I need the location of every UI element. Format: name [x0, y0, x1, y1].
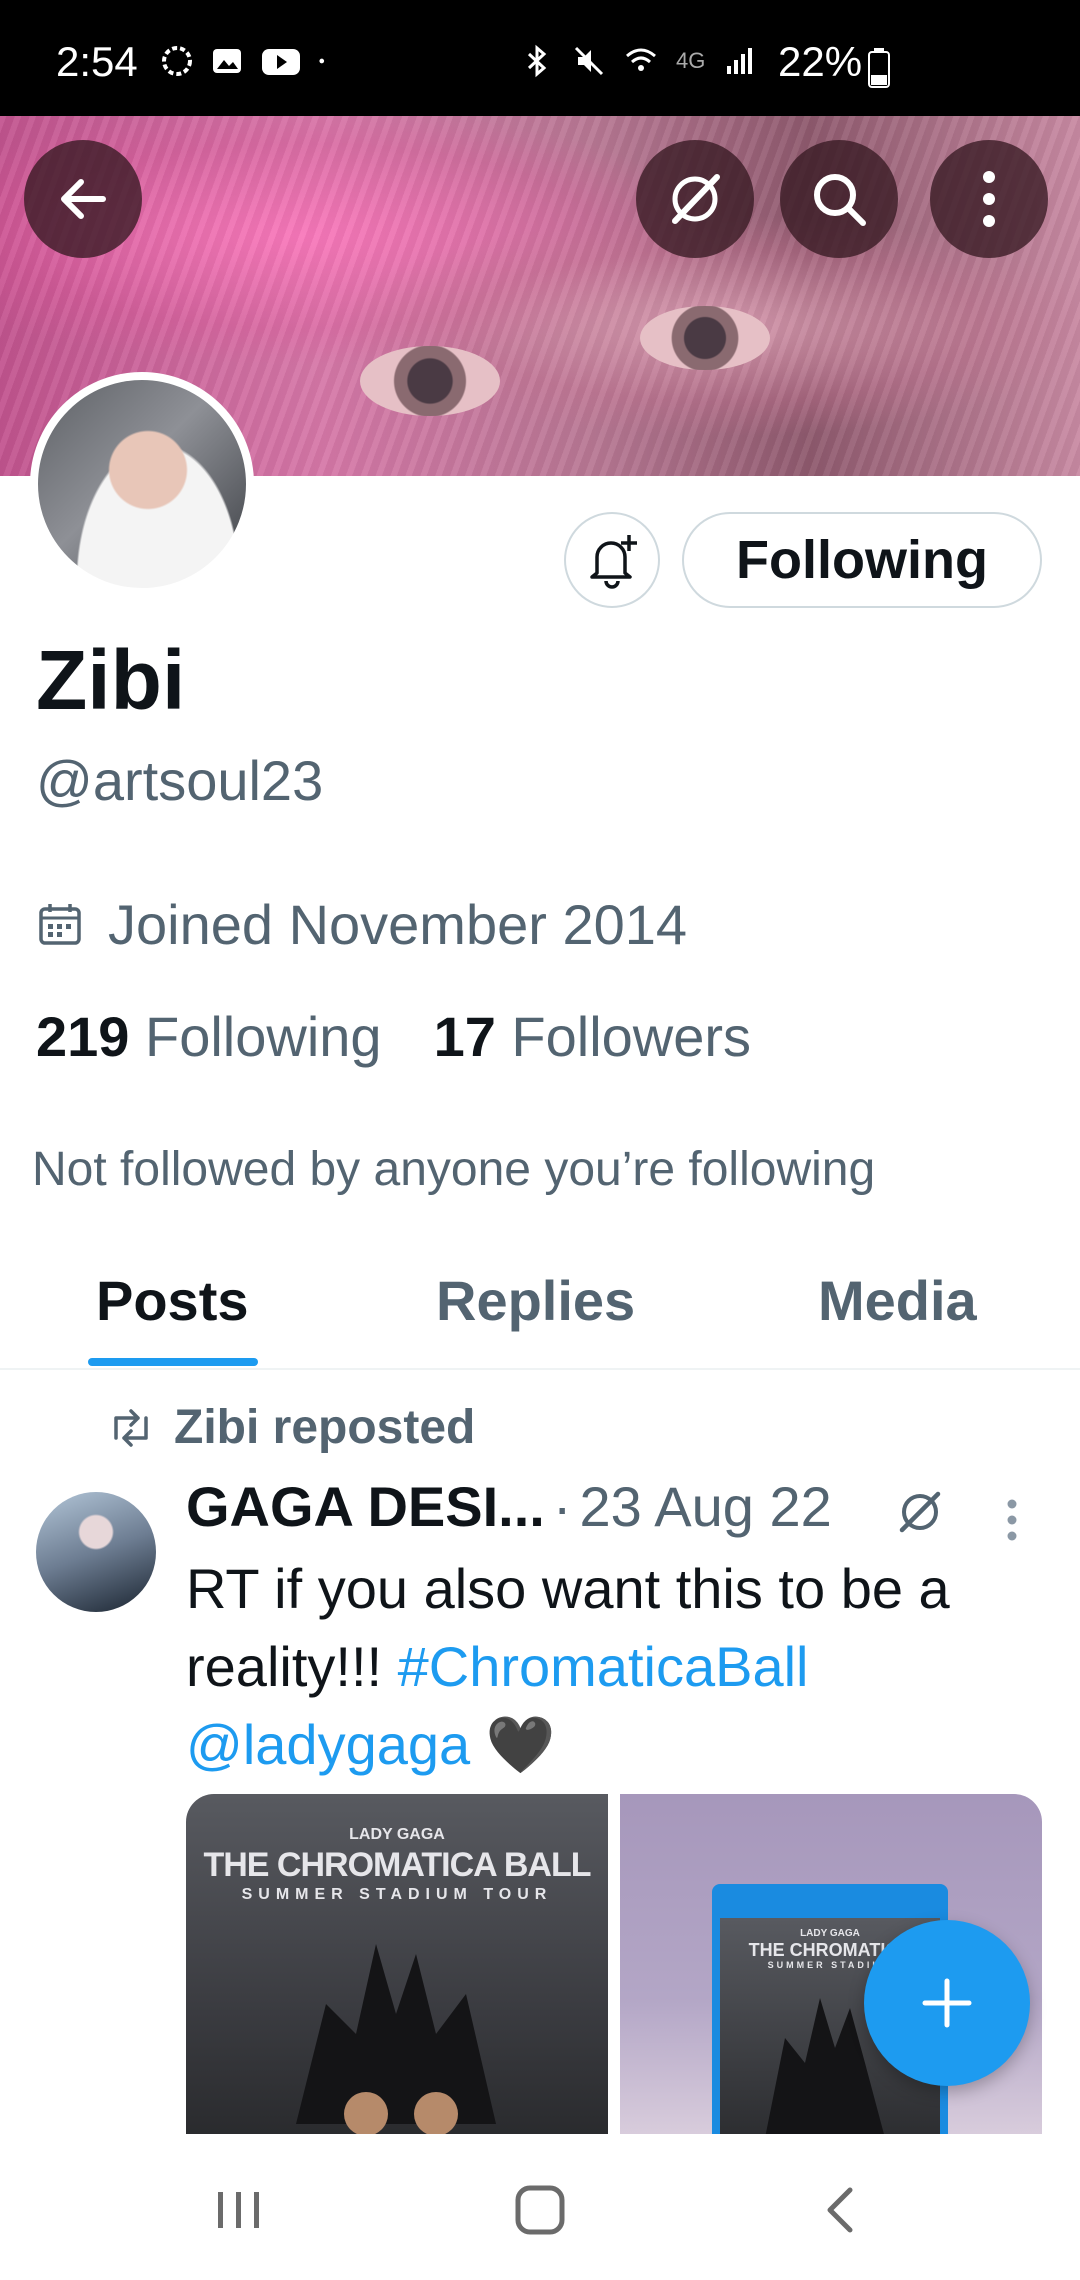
grok-icon[interactable]: [892, 1484, 948, 1540]
poster-artwork: [296, 1944, 496, 2134]
youtube-icon: [262, 49, 300, 75]
repost-indicator[interactable]: Zibi reposted: [108, 1400, 475, 1455]
following-button[interactable]: Following: [682, 512, 1042, 608]
post-header: GAGA DESI... · 23 Aug 22: [186, 1474, 832, 1539]
signal-app-icon: [162, 46, 192, 76]
battery-icon: [868, 48, 890, 88]
post-author-avatar[interactable]: [36, 1492, 156, 1612]
notifications-button[interactable]: [564, 512, 660, 608]
joined-date-row: Joined November 2014: [36, 892, 687, 957]
following-count: 219: [36, 1005, 130, 1068]
compose-button[interactable]: [864, 1920, 1030, 2086]
status-time: 2:54: [56, 38, 138, 85]
dot-icon: [319, 58, 325, 64]
gallery-icon: [213, 49, 241, 73]
post-author-name[interactable]: GAGA DESI...: [186, 1474, 545, 1539]
system-icons: 4G: [520, 44, 757, 78]
poster-artist: LADY GAGA: [349, 1826, 445, 1843]
repost-icon: [114, 1408, 148, 1447]
cell-signal-icon: [727, 48, 753, 74]
not-followed-notice: Not followed by anyone you’re following: [32, 1143, 876, 1196]
follow-stats: 219 Following 17 Followers: [36, 1004, 751, 1069]
hashtag-link[interactable]: #ChromaticaBall: [398, 1635, 809, 1698]
status-bar: 2:54 4G 22%: [0, 0, 1080, 116]
followers-stat[interactable]: 17 Followers: [434, 1004, 751, 1069]
tab-posts[interactable]: Posts: [96, 1268, 249, 1333]
search-icon: [814, 174, 866, 226]
plus-icon: [922, 1978, 972, 2028]
following-label: Following: [145, 1005, 382, 1068]
bell-plus-icon: [590, 535, 637, 589]
back-nav-icon[interactable]: [820, 2186, 860, 2234]
post-text: RT if you also want this to be a reality…: [186, 1550, 1046, 1784]
more-vertical-icon: [983, 171, 995, 227]
post-date[interactable]: 23 Aug 22: [580, 1474, 832, 1539]
back-button[interactable]: [24, 140, 142, 258]
bluetooth-icon: [527, 44, 547, 78]
system-nav-bar: [0, 2134, 1080, 2280]
more-options-button[interactable]: [930, 140, 1048, 258]
network-type: 4G: [676, 48, 706, 73]
wifi-icon: [626, 48, 656, 71]
post-separator: ·: [552, 1475, 572, 1538]
calendar-icon: [39, 903, 81, 945]
home-icon[interactable]: [514, 2184, 566, 2236]
banner-eye-left: [360, 346, 500, 416]
notification-icons: [160, 44, 334, 78]
following-stat[interactable]: 219 Following: [36, 1004, 382, 1069]
profile-tabs: Posts Replies Media: [0, 1244, 1080, 1370]
arrow-left-icon: [61, 179, 106, 219]
more-vertical-icon[interactable]: [1004, 1496, 1020, 1544]
post-media-image[interactable]: LADY GAGA THE CHROMATICA BALL SUMMER STA…: [186, 1794, 608, 2134]
battery-percent: 22%: [778, 38, 863, 85]
tab-media[interactable]: Media: [818, 1268, 977, 1333]
tab-replies[interactable]: Replies: [436, 1268, 635, 1333]
mention-link[interactable]: @ladygaga: [186, 1713, 470, 1776]
followers-count: 17: [433, 1005, 496, 1068]
banner-eye-right: [640, 306, 770, 370]
user-handle: @artsoul23: [36, 749, 324, 812]
active-tab-indicator: [88, 1358, 258, 1366]
grok-button[interactable]: [636, 140, 754, 258]
poster-subtitle: SUMMER STADIUM TOUR: [241, 1886, 553, 1903]
display-name: Zibi: [36, 633, 186, 727]
followers-label: Followers: [511, 1005, 752, 1068]
profile-avatar[interactable]: [30, 372, 254, 596]
black-heart-emoji: 🖤: [485, 1713, 556, 1776]
search-button[interactable]: [780, 140, 898, 258]
repost-label: Zibi reposted: [174, 1401, 476, 1454]
poster-title: THE CHROMATICA BALL: [203, 1846, 591, 1884]
recent-apps-icon[interactable]: [214, 2188, 264, 2232]
grok-icon: [672, 174, 720, 224]
mute-icon: [574, 46, 604, 76]
joined-text: Joined November 2014: [108, 893, 688, 956]
